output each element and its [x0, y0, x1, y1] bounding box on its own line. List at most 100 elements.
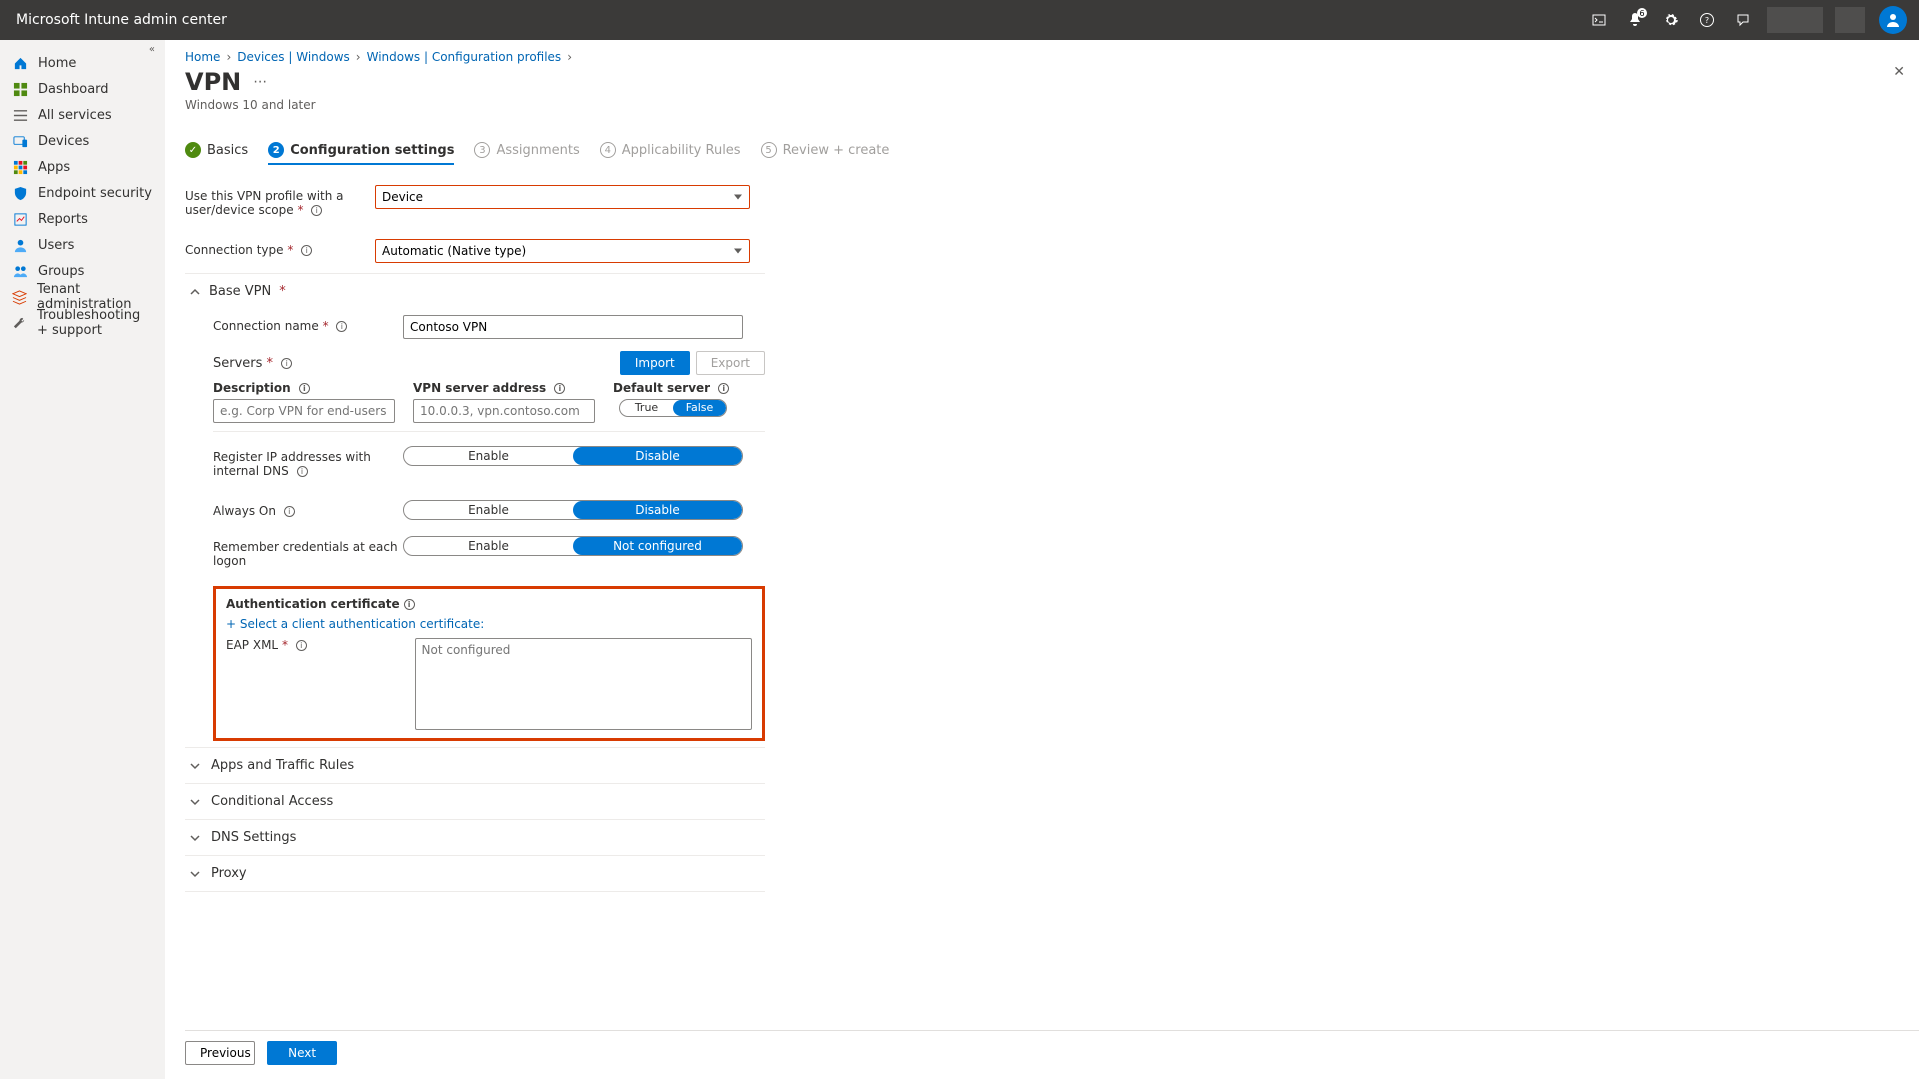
alwayson-label-text: Always On — [213, 504, 276, 518]
conntype-label: Connection type * i — [185, 239, 375, 257]
section-conditional-access[interactable]: Conditional Access — [185, 783, 765, 819]
col-address-label: VPN server address — [413, 381, 546, 395]
nav-all-services[interactable]: All services — [0, 102, 165, 128]
info-icon[interactable]: i — [297, 466, 308, 477]
conntype-label-text: Connection type — [185, 243, 284, 257]
remember-toggle[interactable]: Enable Not configured — [403, 536, 743, 556]
register-dns-toggle[interactable]: Enable Disable — [403, 446, 743, 466]
step-label: Review + create — [783, 143, 890, 158]
wrench-icon — [12, 315, 27, 331]
step-basics[interactable]: ✓ Basics — [185, 142, 248, 164]
info-icon[interactable]: i — [404, 599, 415, 610]
info-icon[interactable]: i — [554, 383, 565, 394]
page-title: VPN — [185, 68, 241, 96]
col-default-hdr: Default server i — [613, 381, 729, 395]
previous-button[interactable]: Previous — [185, 1041, 255, 1065]
cloud-shell-icon[interactable] — [1583, 4, 1615, 36]
connname-label: Connection name * i — [213, 315, 403, 333]
required-star: * — [297, 203, 303, 217]
nav-home[interactable]: Home — [0, 50, 165, 76]
step-review-create[interactable]: 5 Review + create — [761, 142, 890, 164]
col-address: VPN server address i — [413, 381, 603, 423]
conntype-select[interactable]: Automatic (Native type) — [375, 239, 750, 263]
collapse-nav-button[interactable]: « — [145, 40, 159, 59]
toggle-disable[interactable]: Disable — [573, 501, 742, 519]
eap-label-text: EAP XML — [226, 638, 278, 652]
default-server-toggle[interactable]: True False — [619, 399, 727, 417]
server-description-input[interactable] — [213, 399, 395, 423]
step-assignments[interactable]: 3 Assignments — [474, 142, 579, 164]
svg-text:?: ? — [1705, 16, 1709, 25]
nav-tenant-admin[interactable]: Tenant administration — [0, 284, 165, 310]
toggle-notconfigured[interactable]: Not configured — [573, 537, 742, 555]
tenant-icon — [12, 289, 27, 305]
scope-select[interactable]: Device — [375, 185, 750, 209]
auth-cert-highlight-box: Authentication certificate i + Select a … — [213, 586, 765, 741]
breadcrumb-devices-windows[interactable]: Devices | Windows — [237, 50, 350, 64]
groups-icon — [12, 263, 28, 279]
select-certificate-link[interactable]: + Select a client authentication certifi… — [226, 617, 484, 631]
nav-dashboard[interactable]: Dashboard — [0, 76, 165, 102]
section-label: DNS Settings — [211, 830, 296, 845]
section-apps-traffic[interactable]: Apps and Traffic Rules — [185, 747, 765, 783]
divider — [213, 431, 765, 432]
notifications-icon[interactable]: 6 — [1619, 4, 1651, 36]
import-button[interactable]: Import — [620, 351, 690, 375]
nav-apps[interactable]: Apps — [0, 154, 165, 180]
more-actions-button[interactable]: ⋯ — [253, 74, 267, 90]
apps-icon — [12, 159, 28, 175]
section-dns-settings[interactable]: DNS Settings — [185, 819, 765, 855]
nav-endpoint-security[interactable]: Endpoint security — [0, 180, 165, 206]
nav-groups[interactable]: Groups — [0, 258, 165, 284]
info-icon[interactable]: i — [301, 245, 312, 256]
breadcrumb: Home › Devices | Windows › Windows | Con… — [185, 50, 1899, 64]
brand-label: Microsoft Intune admin center — [16, 12, 227, 28]
info-icon[interactable]: i — [336, 321, 347, 332]
settings-icon[interactable] — [1655, 4, 1687, 36]
shell: « Home Dashboard All services Devices Ap… — [0, 40, 1919, 1079]
col-description: Description i — [213, 381, 403, 423]
toggle-enable[interactable]: Enable — [404, 501, 573, 519]
help-icon[interactable]: ? — [1691, 4, 1723, 36]
close-blade-button[interactable]: ✕ — [1893, 64, 1905, 80]
alwayson-label: Always On i — [213, 500, 403, 518]
default-true[interactable]: True — [620, 400, 673, 416]
eap-xml-textarea[interactable] — [415, 638, 752, 730]
nav-devices[interactable]: Devices — [0, 128, 165, 154]
toggle-enable[interactable]: Enable — [404, 537, 573, 555]
default-false[interactable]: False — [673, 400, 726, 416]
base-vpn-header[interactable]: Base VPN * — [185, 284, 765, 299]
info-icon[interactable]: i — [296, 640, 307, 651]
info-icon[interactable]: i — [718, 383, 729, 394]
toggle-disable[interactable]: Disable — [573, 447, 742, 465]
col-default: Default server i True False — [613, 381, 733, 423]
connname-label-text: Connection name — [213, 319, 319, 333]
step-configuration-settings[interactable]: 2 Configuration settings — [268, 142, 454, 164]
nav-troubleshooting[interactable]: Troubleshooting + support — [0, 310, 165, 336]
section-proxy[interactable]: Proxy — [185, 855, 765, 892]
breadcrumb-config-profiles[interactable]: Windows | Configuration profiles — [367, 50, 562, 64]
info-icon[interactable]: i — [311, 205, 322, 216]
divider — [185, 273, 765, 274]
toggle-enable[interactable]: Enable — [404, 447, 573, 465]
connname-input[interactable] — [403, 315, 743, 339]
nav-reports[interactable]: Reports — [0, 206, 165, 232]
conntype-select-wrap: Automatic (Native type) — [375, 239, 765, 263]
info-icon[interactable]: i — [299, 383, 310, 394]
user-avatar[interactable] — [1879, 6, 1907, 34]
required-star: * — [287, 243, 293, 257]
wizard-steps: ✓ Basics 2 Configuration settings 3 Assi… — [185, 142, 1899, 165]
nav-users[interactable]: Users — [0, 232, 165, 258]
col-address-hdr: VPN server address i — [413, 381, 603, 395]
feedback-icon[interactable] — [1727, 4, 1759, 36]
step-applicability-rules[interactable]: 4 Applicability Rules — [600, 142, 741, 164]
alwayson-toggle[interactable]: Enable Disable — [403, 500, 743, 520]
breadcrumb-home[interactable]: Home — [185, 50, 220, 64]
chevron-down-icon — [189, 832, 201, 844]
next-button[interactable]: Next — [267, 1041, 337, 1065]
info-icon[interactable]: i — [284, 506, 295, 517]
server-address-input[interactable] — [413, 399, 595, 423]
export-button: Export — [696, 351, 765, 375]
step-label: Configuration settings — [290, 143, 454, 158]
info-icon[interactable]: i — [281, 358, 292, 369]
